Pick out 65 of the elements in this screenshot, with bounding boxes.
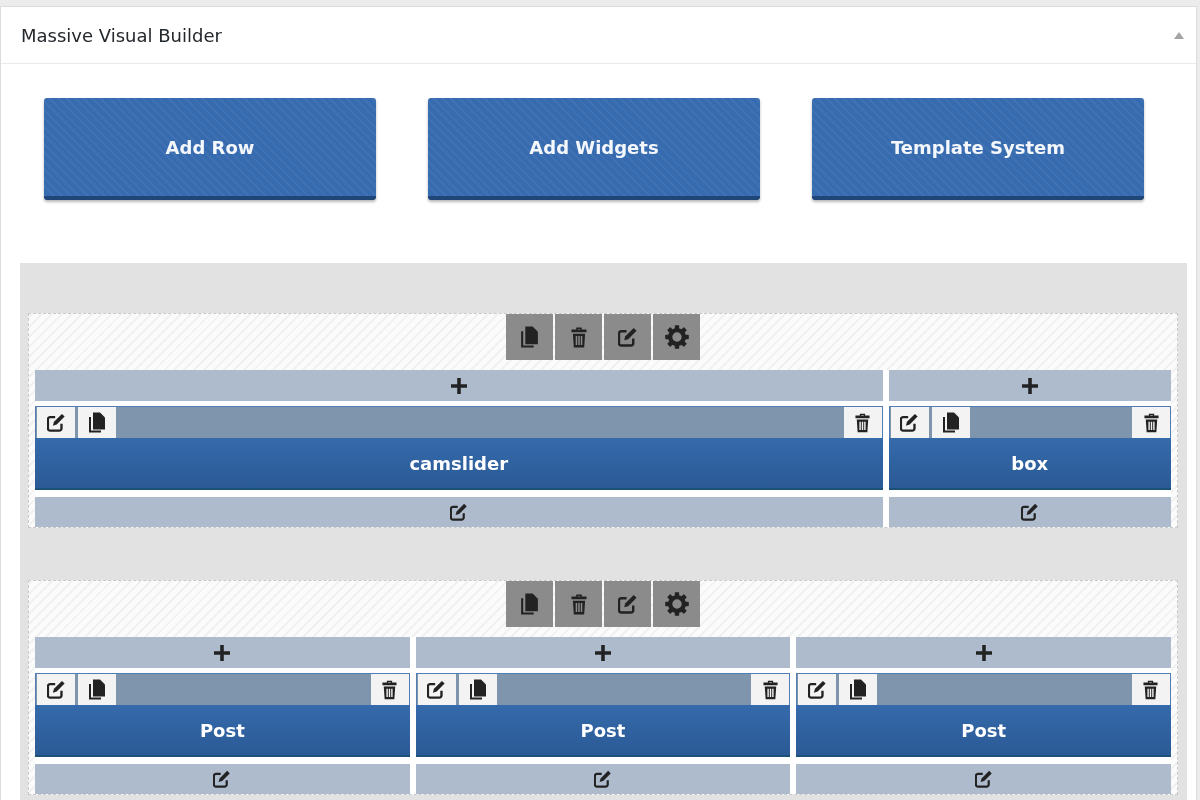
edit-icon: [213, 770, 232, 788]
plus-icon: [595, 644, 611, 661]
edit-icon: [449, 503, 468, 521]
widget-title[interactable]: Post: [796, 705, 1171, 757]
copy-icon: [468, 679, 487, 700]
trash-icon: [1143, 679, 1159, 700]
trash-icon: [1143, 412, 1159, 433]
trash-icon: [570, 326, 587, 348]
widget-copy-button[interactable]: [839, 674, 878, 705]
trash-icon: [762, 679, 778, 700]
copy-icon: [520, 326, 539, 348]
edit-icon: [807, 680, 827, 699]
widget-edit-button[interactable]: [37, 407, 75, 438]
trash-icon: [382, 679, 398, 700]
trash-icon: [855, 412, 870, 433]
widget-delete-button[interactable]: [1132, 407, 1170, 438]
edit-icon: [617, 327, 638, 347]
edit-icon: [900, 413, 919, 432]
copy-icon: [88, 679, 106, 700]
action-button[interactable]: Template System: [812, 98, 1144, 200]
widget-copy-button[interactable]: [78, 674, 116, 705]
copy-icon: [849, 679, 868, 700]
plus-icon: [450, 377, 467, 394]
widget-title[interactable]: box: [888, 438, 1171, 490]
widget-edit-button[interactable]: [798, 674, 837, 705]
widget-edit-button[interactable]: [890, 407, 929, 438]
row-edit-button[interactable]: [604, 314, 651, 360]
widget-title[interactable]: camslider: [35, 438, 883, 490]
widget-delete-button[interactable]: [370, 674, 409, 705]
edit-icon: [1020, 503, 1039, 521]
row-settings-button[interactable]: [653, 314, 700, 360]
edit-icon: [617, 594, 638, 614]
widget-delete-button[interactable]: [751, 674, 790, 705]
action-button[interactable]: Add Row: [44, 98, 376, 200]
edit-icon: [427, 680, 447, 699]
copy-icon: [941, 412, 960, 433]
row-copy-button[interactable]: [506, 581, 553, 627]
widget-delete-button[interactable]: [1132, 674, 1170, 705]
row-delete-button[interactable]: [555, 314, 602, 360]
edit-icon: [46, 413, 66, 432]
widget-delete-button[interactable]: [843, 407, 882, 438]
widget-title[interactable]: Post: [415, 705, 791, 757]
plus-icon: [1021, 377, 1038, 394]
edit-icon: [974, 770, 993, 788]
row-copy-button[interactable]: [506, 314, 553, 360]
gear-icon: [664, 325, 689, 349]
row-delete-button[interactable]: [555, 581, 602, 627]
trash-icon: [570, 593, 587, 615]
plus-icon: [214, 644, 231, 661]
action-button[interactable]: Add Widgets: [428, 98, 760, 200]
widget-copy-button[interactable]: [931, 407, 970, 438]
widget-edit-button[interactable]: [417, 674, 456, 705]
widget-title[interactable]: Post: [35, 705, 410, 757]
widget-copy-button[interactable]: [78, 407, 116, 438]
panel-title: Massive Visual Builder: [21, 24, 223, 46]
plus-icon: [975, 644, 992, 661]
copy-icon: [520, 593, 539, 615]
widget-edit-button[interactable]: [37, 674, 75, 705]
widget-copy-button[interactable]: [458, 674, 497, 705]
gear-icon: [664, 592, 689, 616]
copy-icon: [88, 412, 106, 433]
edit-icon: [594, 770, 612, 788]
edit-icon: [46, 680, 66, 699]
row-settings-button[interactable]: [653, 581, 700, 627]
row-edit-button[interactable]: [604, 581, 651, 627]
